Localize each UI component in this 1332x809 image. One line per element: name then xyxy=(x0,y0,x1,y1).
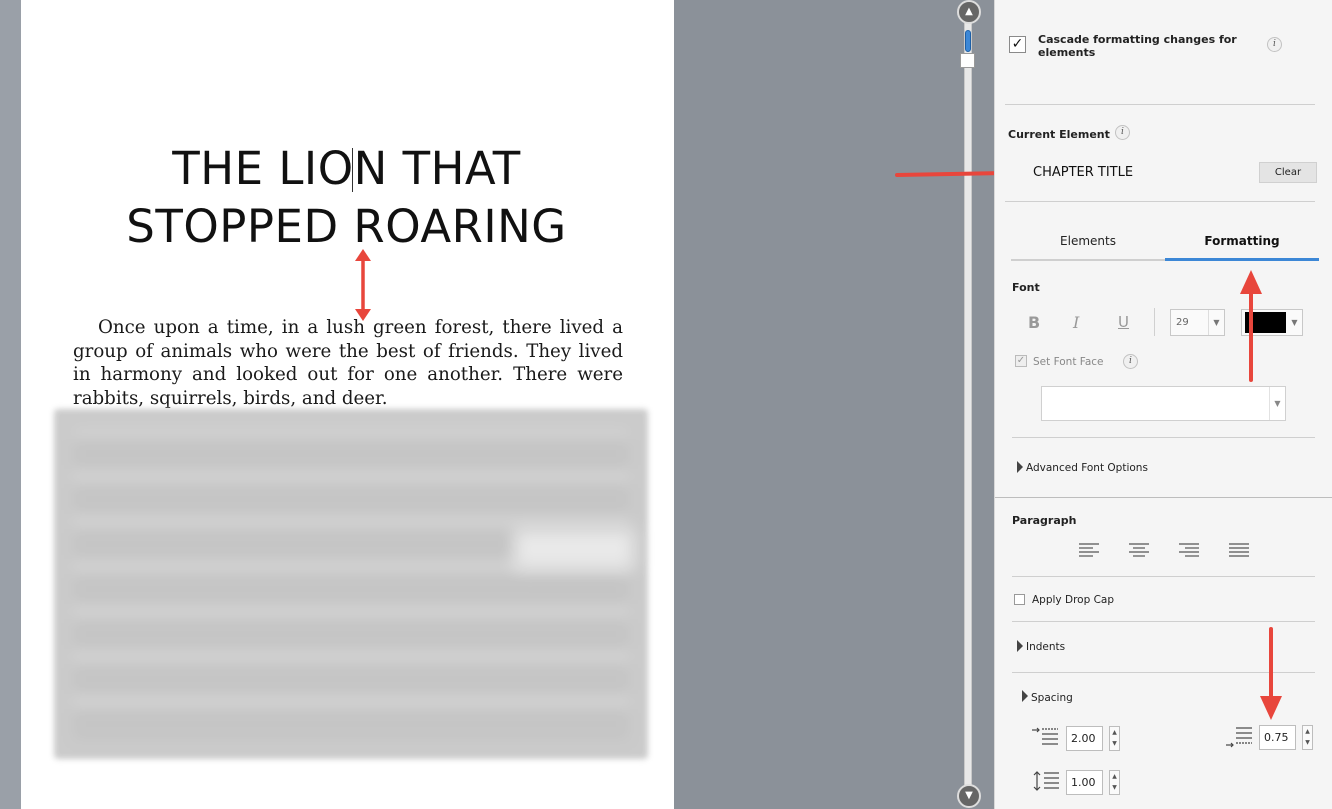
dropdown-icon: ▼ xyxy=(1269,387,1285,420)
line-spacing-icon xyxy=(1033,771,1059,791)
annotation-arrow-icon xyxy=(1260,627,1282,720)
divider xyxy=(1012,621,1315,622)
scroll-down-icon[interactable]: ▼ xyxy=(957,784,981,808)
line-spacing-input[interactable]: 1.00 xyxy=(1066,770,1103,795)
expand-triangle-icon[interactable] xyxy=(1022,690,1028,702)
info-icon[interactable]: i xyxy=(1267,37,1282,52)
space-after-input[interactable]: 0.75 xyxy=(1259,725,1296,750)
annotation-arrow-icon xyxy=(1240,270,1262,382)
info-icon[interactable]: i xyxy=(1123,354,1138,369)
scrollbar-track[interactable] xyxy=(964,18,972,790)
space-before-icon xyxy=(1032,727,1058,745)
left-margin xyxy=(0,0,21,809)
spacing-toggle[interactable]: Spacing xyxy=(1031,692,1073,704)
align-left-icon[interactable] xyxy=(1079,543,1101,557)
chapter-title[interactable]: THE LION THAT STOPPED ROARING xyxy=(60,140,633,256)
divider xyxy=(1005,104,1315,105)
annotation-arrow-icon xyxy=(355,249,371,321)
scrollbar-thumb[interactable] xyxy=(960,53,975,68)
font-size-select[interactable]: 29 ▼ xyxy=(1170,309,1225,336)
font-section-title: Font xyxy=(1012,281,1040,294)
align-center-icon[interactable] xyxy=(1129,543,1151,557)
tab-elements[interactable]: Elements xyxy=(1011,234,1165,248)
tab-underline xyxy=(1011,259,1165,261)
line-spacing-stepper[interactable]: ▲ ▼ xyxy=(1109,770,1120,795)
bold-button[interactable]: B xyxy=(1028,313,1040,332)
set-font-face-label: Set Font Face xyxy=(1033,356,1104,368)
drop-cap-label: Apply Drop Cap xyxy=(1032,594,1115,606)
divider xyxy=(995,497,1332,498)
justify-icon[interactable] xyxy=(1229,543,1251,557)
chapter-title-line-1: THE LION THAT xyxy=(172,142,521,195)
text-cursor xyxy=(352,148,353,192)
workspace-background xyxy=(674,0,994,809)
divider xyxy=(1012,437,1315,438)
cascade-label: Cascade formatting changes for elements xyxy=(1038,33,1237,59)
align-right-icon[interactable] xyxy=(1179,543,1201,557)
space-after-icon xyxy=(1226,727,1252,748)
paragraph-section-title: Paragraph xyxy=(1012,514,1077,527)
chapter-title-line-2: STOPPED ROARING xyxy=(126,200,567,253)
dropdown-icon: ▼ xyxy=(1291,318,1298,327)
info-icon[interactable]: i xyxy=(1115,125,1130,140)
dropdown-icon: ▼ xyxy=(1208,310,1224,335)
advanced-font-options-toggle[interactable]: Advanced Font Options xyxy=(1026,462,1148,474)
space-before-input[interactable]: 2.00 xyxy=(1066,726,1103,751)
underline-button[interactable]: U xyxy=(1118,313,1129,331)
body-paragraph[interactable]: Once upon a time, in a lush green forest… xyxy=(73,316,623,410)
checkmark-icon: ✓ xyxy=(1011,36,1024,52)
set-font-face-checkbox[interactable]: ✓ xyxy=(1015,355,1027,367)
current-element-value: CHAPTER TITLE xyxy=(1033,165,1134,180)
drop-cap-checkbox[interactable] xyxy=(1014,594,1025,605)
expand-triangle-icon[interactable] xyxy=(1017,640,1023,652)
clear-button[interactable]: Clear xyxy=(1259,162,1317,183)
checkmark-icon: ✓ xyxy=(1016,355,1026,366)
active-tab-indicator xyxy=(1165,258,1319,261)
scroll-position-indicator xyxy=(965,30,971,52)
scroll-up-icon[interactable]: ▲ xyxy=(957,0,981,24)
font-size-value: 29 xyxy=(1176,317,1189,328)
divider xyxy=(1154,308,1155,336)
current-element-label: Current Element xyxy=(1008,128,1110,141)
expand-triangle-icon[interactable] xyxy=(1017,461,1023,473)
italic-button[interactable]: I xyxy=(1073,313,1079,332)
indents-toggle[interactable]: Indents xyxy=(1026,641,1065,653)
font-face-select[interactable]: ▼ xyxy=(1041,386,1286,421)
blurred-content xyxy=(54,409,648,759)
formatting-panel: ✓ Cascade formatting changes for element… xyxy=(994,0,1332,809)
divider xyxy=(1012,576,1315,577)
divider xyxy=(1005,201,1315,202)
app-window: THE LION THAT STOPPED ROARING Once upon … xyxy=(0,0,1332,809)
tab-formatting[interactable]: Formatting xyxy=(1165,234,1319,248)
cascade-checkbox[interactable]: ✓ xyxy=(1009,36,1026,53)
space-before-stepper[interactable]: ▲ ▼ xyxy=(1109,726,1120,751)
space-after-stepper[interactable]: ▲ ▼ xyxy=(1302,725,1313,750)
